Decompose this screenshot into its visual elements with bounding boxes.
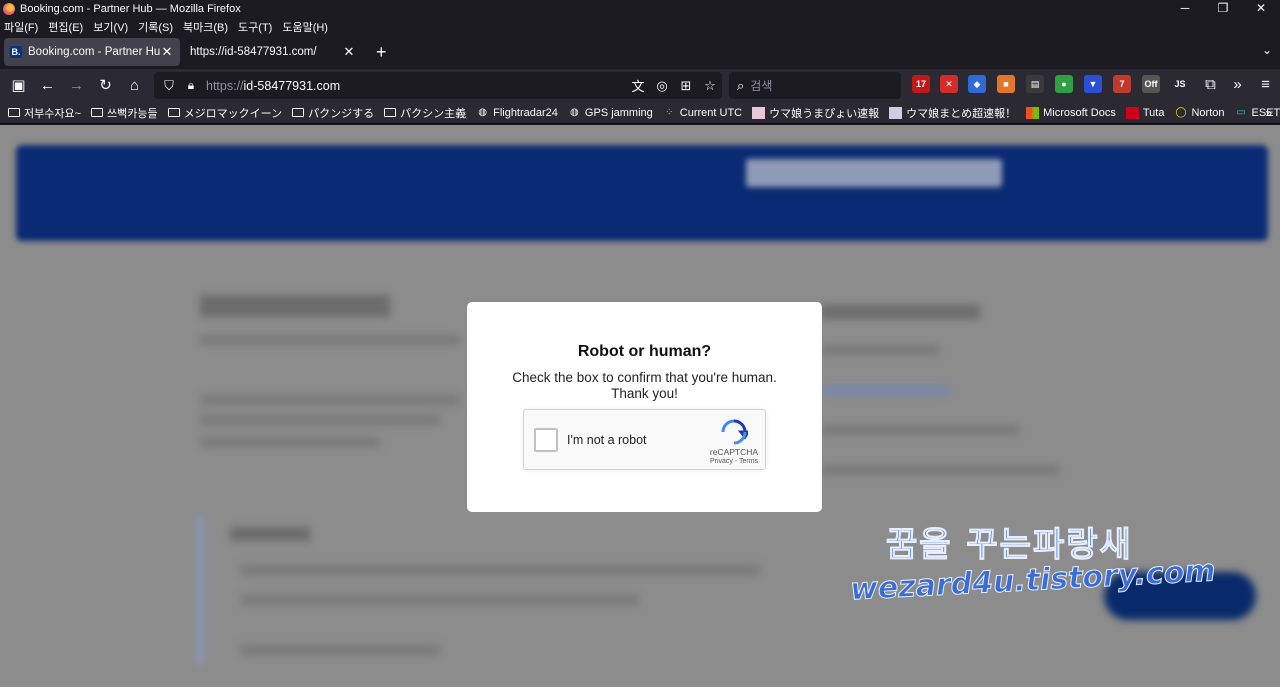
extension-notification-icon[interactable]: 17: [912, 75, 930, 93]
lock-icon[interactable]: 🔒︎: [180, 78, 202, 93]
translate-icon[interactable]: 文: [626, 76, 650, 95]
window-controls: ─ ❐ ✕: [1166, 0, 1280, 18]
folder-icon: [167, 108, 180, 117]
navigation-bar: ▣ ← → ↻ ⌂ ⛉ 🔒︎ https://id-58477931.com 文…: [0, 69, 1280, 102]
menu-file[interactable]: 파일(F): [4, 19, 38, 35]
bookmark-flightradar[interactable]: ◍ Flightradar24: [476, 107, 558, 119]
folder-icon: [8, 108, 20, 117]
bookmarks-overflow-chevron-icon[interactable]: »: [1265, 106, 1272, 120]
extension-bucket-icon[interactable]: ■: [997, 75, 1015, 93]
extensions-puzzle-icon[interactable]: ⧉: [1196, 71, 1225, 99]
extension-off-icon[interactable]: Off: [1142, 75, 1160, 93]
tuta-logo-icon: [1125, 106, 1139, 119]
uma-image-icon: [889, 106, 903, 119]
search-box[interactable]: ⌕: [729, 72, 901, 99]
recaptcha-checkbox-label: I'm not a robot: [567, 433, 647, 447]
page-translate-icon[interactable]: ⊞: [674, 78, 698, 94]
home-icon[interactable]: ⌂: [120, 72, 149, 100]
folder-icon: [384, 108, 397, 117]
bookmark-folder[interactable]: 저부수자요~: [8, 105, 81, 121]
dots-icon: ⁘: [665, 106, 674, 118]
menu-edit[interactable]: 편집(E): [48, 19, 83, 35]
bookmark-microsoft-docs[interactable]: Microsoft Docs: [1026, 106, 1116, 119]
tab-close-icon[interactable]: ✕: [342, 44, 356, 60]
bookmarks-bar: 저부수자요~ 쓰뻑카능들 メジロマックイーン パクンジする パクシン主義 ◍ Fl…: [0, 102, 1280, 124]
blurred-header: [16, 145, 1268, 241]
tab-label: Booking.com - Partner Hub: [28, 46, 160, 58]
norton-logo-icon: ◯: [1175, 106, 1187, 118]
tracking-shield-icon[interactable]: ⛉: [158, 78, 180, 94]
menu-bookmarks[interactable]: 북마크(B): [183, 19, 228, 35]
firefox-logo-icon: [3, 3, 15, 15]
captcha-title: Robot or human?: [577, 343, 712, 360]
tab-label: https://id-58477931.com/: [190, 46, 317, 58]
folder-icon: [91, 108, 104, 117]
minimize-button[interactable]: ─: [1166, 0, 1204, 18]
permissions-icon[interactable]: ◎: [650, 78, 674, 94]
bookmark-star-icon[interactable]: ☆: [698, 78, 722, 94]
tab-bar: B. Booking.com - Partner Hub ✕ https://i…: [0, 35, 1280, 69]
globe-icon: ◍: [570, 106, 579, 118]
recaptcha-logo-icon: [721, 419, 748, 445]
extension-reader-icon[interactable]: ▤: [1026, 75, 1044, 93]
search-icon: ⌕: [737, 77, 745, 93]
forward-arrow-icon[interactable]: →: [62, 72, 91, 100]
tab-booking[interactable]: B. Booking.com - Partner Hub ✕: [4, 38, 180, 66]
bookmark-eset[interactable]: ▭ESET lab: [1235, 107, 1280, 119]
recaptcha-widget: I'm not a robot reCAPTCHA Privacy - Term…: [523, 409, 766, 470]
eset-logo-icon: ▭: [1236, 106, 1246, 118]
bookmark-gps-jamming[interactable]: ◍ GPS jamming: [568, 107, 653, 119]
globe-icon: ◍: [478, 106, 487, 118]
extension-download-icon[interactable]: ▼: [1084, 75, 1102, 93]
back-arrow-icon[interactable]: ←: [33, 72, 62, 100]
uma-image-icon: [752, 106, 766, 119]
recaptcha-brand: reCAPTCHA: [709, 447, 759, 457]
url-bar[interactable]: ⛉ 🔒︎ https://id-58477931.com 文 ◎ ⊞ ☆: [154, 72, 722, 99]
extension-x-icon[interactable]: ✕: [940, 75, 958, 93]
page-viewport: Robot or human? Check the box to confirm…: [0, 125, 1280, 687]
tab-close-icon[interactable]: ✕: [160, 44, 174, 60]
url-text[interactable]: https://id-58477931.com: [206, 79, 626, 93]
menu-bar: 파일(F) 편집(E) 보기(V) 기록(S) 북마크(B) 도구(T) 도움말…: [0, 18, 1280, 35]
recaptcha-checkbox[interactable]: [534, 428, 558, 452]
bookmark-folder[interactable]: パクシン主義: [384, 105, 466, 121]
booking-favicon-icon: B.: [10, 46, 22, 58]
bookmark-folder[interactable]: パクンジする: [292, 105, 374, 121]
maximize-button[interactable]: ❐: [1204, 0, 1242, 18]
bookmark-folder[interactable]: 쓰뻑카능들: [91, 105, 158, 121]
blurred-search-bar: [746, 159, 1002, 187]
close-window-button[interactable]: ✕: [1242, 0, 1280, 18]
bookmark-uma-matome[interactable]: ウマ娘まとめ超速報！: [889, 105, 1016, 121]
window-title: Booking.com - Partner Hub — Mozilla Fire…: [20, 3, 241, 15]
bookmark-uma-sokuho[interactable]: ウマ娘うまぴょい速報: [752, 105, 879, 121]
captcha-dialog: Robot or human? Check the box to confirm…: [467, 302, 822, 512]
title-bar: Booking.com - Partner Hub — Mozilla Fire…: [0, 0, 1280, 18]
new-tab-plus-icon[interactable]: +: [376, 42, 387, 62]
url-protocol: https://: [206, 78, 244, 93]
menu-tools[interactable]: 도구(T): [238, 19, 272, 35]
folder-icon: [292, 108, 305, 117]
tab-list-chevron-down-icon[interactable]: ⌄: [1262, 43, 1272, 57]
menu-history[interactable]: 기록(S): [138, 19, 173, 35]
menu-view[interactable]: 보기(V): [93, 19, 128, 35]
extension-red-badge-icon[interactable]: 7: [1113, 75, 1131, 93]
extension-js-icon[interactable]: JS: [1171, 75, 1189, 93]
search-input[interactable]: [750, 78, 881, 93]
bookmark-norton[interactable]: ◯ Norton: [1174, 107, 1224, 119]
recaptcha-privacy-terms-link[interactable]: Privacy - Terms: [702, 458, 766, 465]
extension-green-icon[interactable]: ●: [1055, 75, 1073, 93]
bookmark-tuta[interactable]: Tuta: [1125, 106, 1164, 119]
menu-help[interactable]: 도움말(H): [282, 19, 328, 35]
reload-icon[interactable]: ↻: [91, 72, 120, 100]
microsoft-logo-icon: [1026, 106, 1040, 119]
overflow-chevron-icon[interactable]: »: [1223, 71, 1252, 99]
url-host: id-58477931.com: [243, 78, 341, 93]
hamburger-menu-icon[interactable]: ≡: [1251, 71, 1280, 99]
tab-id-site[interactable]: https://id-58477931.com/ ✕: [184, 38, 362, 66]
bookmark-current-utc[interactable]: ⁘ Current UTC: [663, 107, 742, 119]
firefox-view-icon[interactable]: ▣: [4, 72, 33, 100]
captcha-message: Check the box to confirm that you're hum…: [512, 370, 777, 401]
extension-shield-icon[interactable]: ◆: [968, 75, 986, 93]
bookmark-folder[interactable]: メジロマックイーン: [167, 105, 282, 121]
